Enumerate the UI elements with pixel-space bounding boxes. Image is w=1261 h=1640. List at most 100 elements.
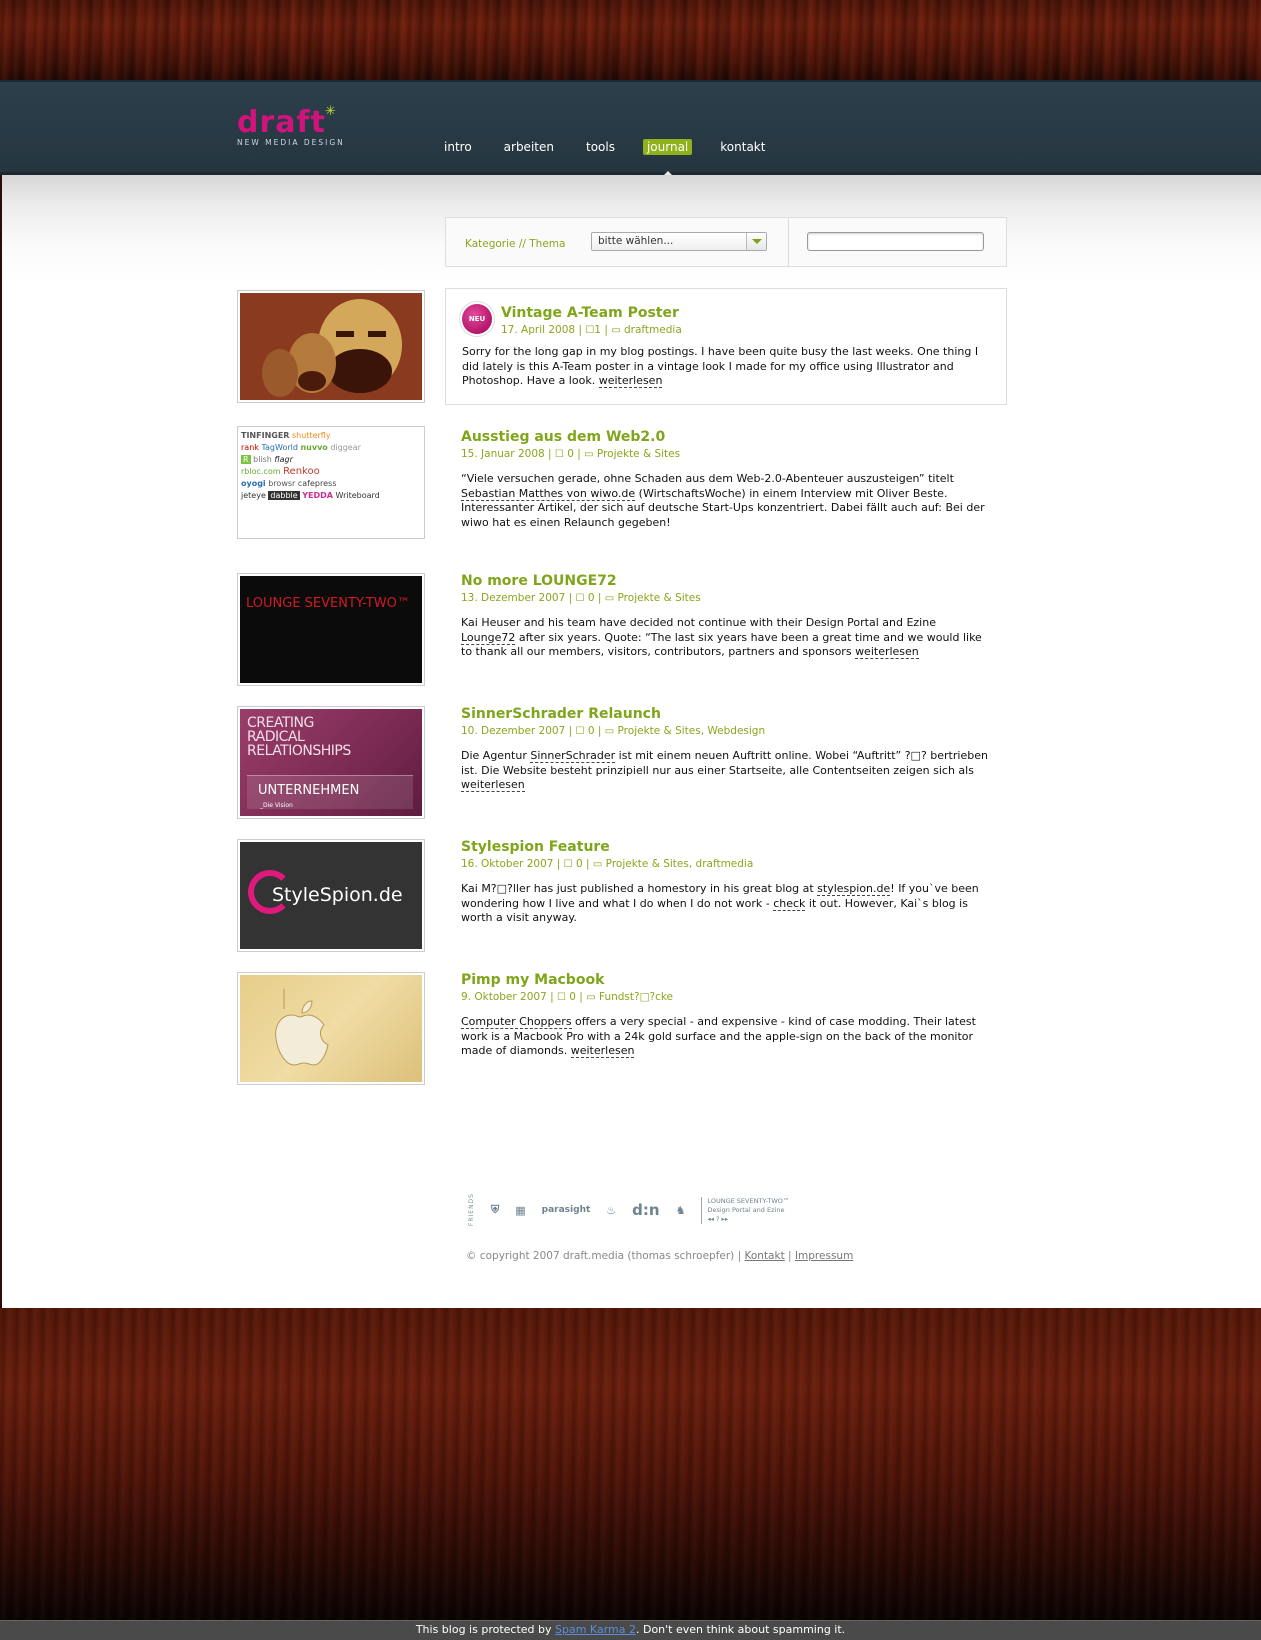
footer-kontakt-link[interactable]: Kontakt bbox=[745, 1250, 785, 1262]
post-title[interactable]: Pimp my Macbook bbox=[461, 972, 991, 988]
comment-icon: ☐ bbox=[563, 859, 573, 870]
post-title[interactable]: Stylespion Feature bbox=[461, 839, 991, 855]
apple-logo bbox=[240, 975, 422, 1082]
post-date: 15. Januar 2008 bbox=[461, 448, 545, 460]
post-title[interactable]: Vintage A-Team Poster bbox=[501, 305, 991, 321]
post-body: SinnerSchrader Relaunch 10. Dezember 200… bbox=[461, 706, 991, 793]
inline-link[interactable]: check bbox=[773, 896, 806, 911]
post-date: 17. April 2008 bbox=[501, 324, 576, 336]
folder-icon: ▭ bbox=[611, 325, 621, 336]
wood-background-bottom bbox=[0, 1308, 1261, 1620]
lion-crest-icon[interactable]: ♞ bbox=[676, 1204, 686, 1217]
a-team-poster-image bbox=[240, 293, 422, 400]
comment-icon: ☐ bbox=[585, 325, 595, 336]
post-thumbnail[interactable]: CREATING RADICAL RELATIONSHIPS UNTERNEHM… bbox=[237, 706, 425, 819]
post-body: No more LOUNGE72 13. Dezember 2007 | ☐ 0… bbox=[461, 573, 991, 660]
post-comment-count[interactable]: 0 bbox=[588, 725, 595, 737]
featured-post-box: NEU Vintage A-Team Poster 17. April 2008… bbox=[445, 288, 1007, 405]
post-excerpt: Kai Heuser and his team have decided not… bbox=[461, 616, 982, 659]
post-body: Stylespion Feature 16. Oktober 2007 | ☐ … bbox=[461, 839, 991, 926]
comment-icon: ☐ bbox=[554, 449, 564, 460]
post-thumbnail[interactable]: TINFINGER shutterfly rank TagWorld nuvvo… bbox=[237, 426, 425, 539]
folder-icon: ▭ bbox=[604, 726, 615, 737]
wood-background-top bbox=[0, 0, 1261, 80]
lounge72-thumbnail: LOUNGE SEVENTY-TWO™ bbox=[240, 576, 422, 683]
folder-icon: ▭ bbox=[592, 859, 603, 870]
cube-logo-icon[interactable]: ▦ bbox=[515, 1204, 525, 1217]
logo-spark-icon: ✳ bbox=[325, 104, 336, 119]
stylespion-thumbnail: StyleSpion.de bbox=[240, 842, 422, 949]
inline-link[interactable]: stylespion.de bbox=[817, 882, 891, 896]
post-body: Ausstieg aus dem Web2.0 15. Januar 2008 … bbox=[461, 429, 991, 530]
post-categories[interactable]: Projekte & Sites bbox=[597, 448, 680, 460]
post-excerpt: Kai M?□?ller has just published a homest… bbox=[461, 882, 979, 924]
folder-icon: ▭ bbox=[584, 449, 594, 460]
nav-arbeiten[interactable]: arbeiten bbox=[500, 139, 558, 155]
post-meta: 9. Oktober 2007 | ☐ 0 | ▭ Fundst?□?cke bbox=[461, 991, 674, 1003]
post-comment-count[interactable]: 0 bbox=[569, 991, 576, 1003]
post-categories[interactable]: Projekte & Sites, Webdesign bbox=[618, 725, 766, 737]
post-date: 16. Oktober 2007 bbox=[461, 858, 554, 870]
read-more-link[interactable]: weiterlesen bbox=[461, 778, 525, 792]
shield-crest-icon[interactable]: ⛨ bbox=[491, 1203, 499, 1217]
post-meta: 13. Dezember 2007 | ☐ 0 | ▭ Projekte & S… bbox=[461, 592, 701, 604]
post-comment-count[interactable]: 0 bbox=[567, 448, 574, 460]
post-excerpt: Die Agentur SinnerSchrader ist mit einem… bbox=[461, 749, 988, 792]
post-excerpt: Sorry for the long gap in my blog postin… bbox=[462, 345, 979, 388]
folder-icon: ▭ bbox=[604, 593, 615, 604]
spam-protection-bar: This blog is protected by Spam Karma 2. … bbox=[0, 1620, 1261, 1640]
web2-logos-collage: TINFINGER shutterfly rank TagWorld nuvvo… bbox=[240, 429, 422, 536]
post-excerpt: Computer Choppers offers a very special … bbox=[461, 1015, 976, 1058]
post-meta: 17. April 2008 | ☐1 | ▭ draftmedia bbox=[501, 324, 682, 336]
comment-icon: ☐ bbox=[556, 992, 566, 1003]
post-meta: 16. Oktober 2007 | ☐ 0 | ▭ Projekte & Si… bbox=[461, 858, 754, 870]
post-title[interactable]: Ausstieg aus dem Web2.0 bbox=[461, 429, 991, 445]
post-categories[interactable]: Fundst?□?cke bbox=[599, 991, 673, 1003]
post-title[interactable]: SinnerSchrader Relaunch bbox=[461, 706, 991, 722]
post-thumbnail[interactable]: StyleSpion.de bbox=[237, 839, 425, 952]
sinnerschrader-thumbnail: CREATING RADICAL RELATIONSHIPS UNTERNEHM… bbox=[240, 709, 422, 816]
inline-link[interactable]: Computer Choppers bbox=[461, 1015, 572, 1029]
nav-intro[interactable]: intro bbox=[440, 139, 476, 155]
read-more-link[interactable]: weiterlesen bbox=[598, 374, 663, 388]
post-thumbnail[interactable] bbox=[237, 290, 425, 403]
inline-link[interactable]: Sebastian Matthes von wiwo.de bbox=[461, 486, 636, 501]
spam-karma-link[interactable]: Spam Karma 2 bbox=[555, 1623, 636, 1636]
chevron-down-icon[interactable] bbox=[746, 233, 766, 250]
friends-links: FRIENDS ⛨ ▦ parasight ♨ d:n ♞ LOUNGE SEV… bbox=[468, 1190, 789, 1230]
nav-tools[interactable]: tools bbox=[582, 139, 619, 155]
post-categories[interactable]: Projekte & Sites, draftmedia bbox=[606, 858, 754, 870]
friend-link-dn[interactable]: d:n bbox=[632, 1201, 659, 1219]
flame-logo-icon[interactable]: ♨ bbox=[606, 1204, 616, 1217]
post-date: 13. Dezember 2007 bbox=[461, 592, 566, 604]
category-filter-label: Kategorie // Thema bbox=[465, 238, 566, 250]
friend-link-parasight[interactable]: parasight bbox=[542, 1205, 591, 1215]
nav-kontakt[interactable]: kontakt bbox=[716, 139, 769, 155]
inline-link[interactable]: Lounge72 bbox=[461, 630, 516, 645]
post-comment-count[interactable]: 0 bbox=[576, 858, 583, 870]
post-body: Pimp my Macbook 9. Oktober 2007 | ☐ 0 | … bbox=[461, 972, 991, 1059]
footer-impressum-link[interactable]: Impressum bbox=[795, 1250, 853, 1262]
search-input[interactable] bbox=[807, 232, 984, 251]
post-categories[interactable]: Projekte & Sites bbox=[618, 592, 701, 604]
post-date: 9. Oktober 2007 bbox=[461, 991, 547, 1003]
post-comment-count[interactable]: 0 bbox=[588, 592, 595, 604]
post-meta: 10. Dezember 2007 | ☐ 0 | ▭ Projekte & S… bbox=[461, 725, 766, 737]
post-excerpt: “Viele versuchen gerade, ohne Schaden au… bbox=[461, 472, 985, 529]
post-thumbnail[interactable]: LOUNGE SEVENTY-TWO™ bbox=[237, 573, 425, 686]
post-thumbnail[interactable] bbox=[237, 972, 425, 1085]
read-more-link[interactable]: weiterlesen bbox=[570, 1044, 635, 1058]
footer-copyright: © copyright 2007 draft.media (thomas sch… bbox=[466, 1250, 854, 1262]
friend-link-lounge72[interactable]: LOUNGE SEVENTY-TWO™ Design Portal and Ez… bbox=[701, 1196, 789, 1224]
nav-journal[interactable]: journal bbox=[642, 139, 693, 175]
inline-link[interactable]: SinnerSchrader bbox=[530, 749, 616, 763]
site-logo[interactable]: draft ✳ NEW MEDIA DESIGN bbox=[237, 104, 345, 147]
comment-icon: ☐ bbox=[575, 726, 585, 737]
post-title[interactable]: No more LOUNGE72 bbox=[461, 573, 991, 589]
post-meta: 15. Januar 2008 | ☐ 0 | ▭ Projekte & Sit… bbox=[461, 448, 681, 460]
category-select[interactable]: bitte wählen... bbox=[591, 232, 767, 251]
category-select-value: bitte wählen... bbox=[598, 235, 674, 247]
read-more-link[interactable]: weiterlesen bbox=[855, 645, 919, 659]
post-categories[interactable]: draftmedia bbox=[624, 324, 682, 336]
post-comment-count[interactable]: 1 bbox=[594, 324, 601, 336]
